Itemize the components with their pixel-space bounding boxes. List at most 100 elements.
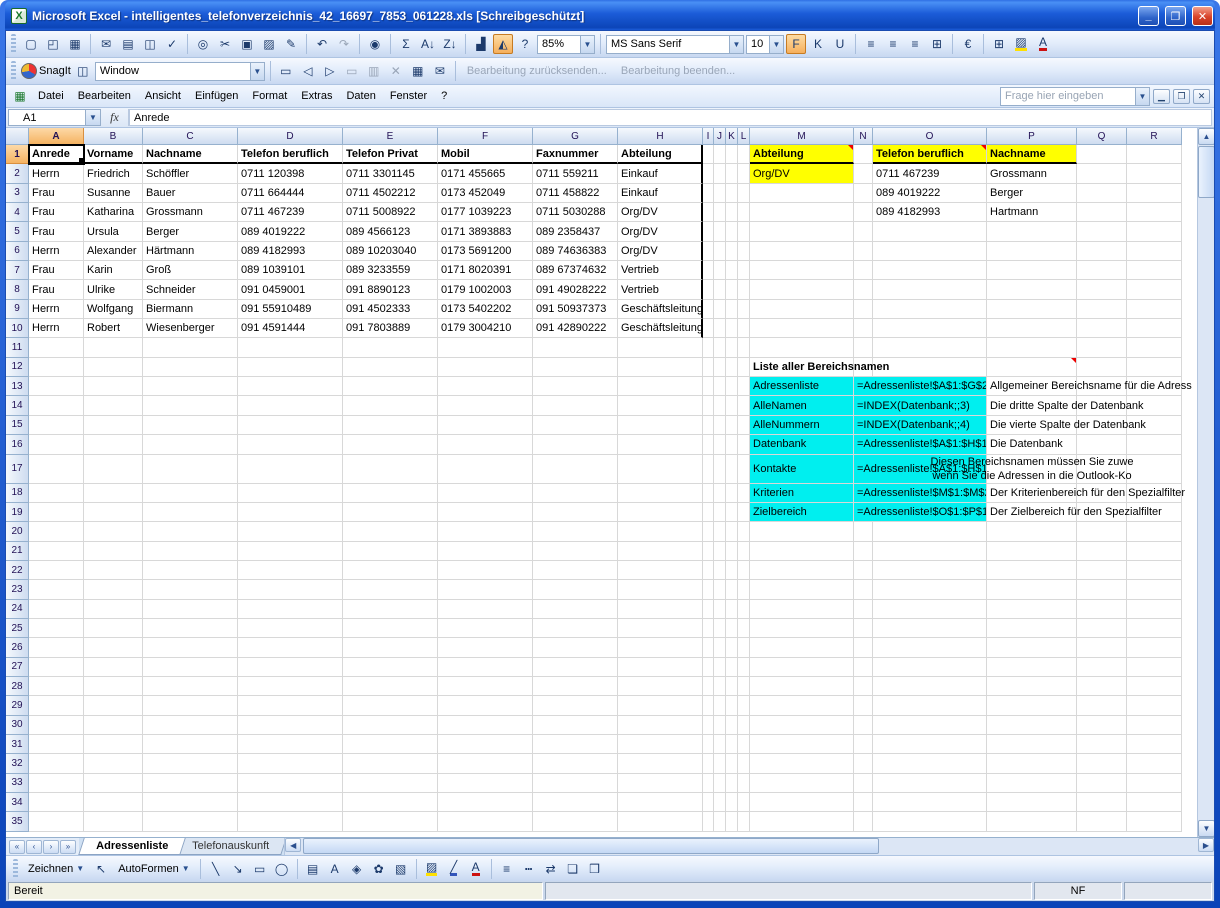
cell-P33[interactable] — [987, 774, 1077, 793]
cell-D3[interactable]: 0711 664444 — [238, 184, 343, 203]
cell-A34[interactable] — [29, 793, 84, 812]
cell-J10[interactable] — [714, 319, 726, 338]
row-header-23[interactable]: 23 — [6, 580, 29, 599]
cell-P22[interactable] — [987, 561, 1077, 580]
row-header-12[interactable]: 12 — [6, 358, 29, 377]
cell-D22[interactable] — [238, 561, 343, 580]
cell-I15[interactable] — [703, 416, 714, 435]
cell-M7[interactable] — [750, 261, 854, 280]
cell-I9[interactable] — [703, 300, 714, 319]
col-header-E[interactable]: E — [343, 128, 438, 145]
cell-I7[interactable] — [703, 261, 714, 280]
show-all-comments-icon[interactable]: ▥ — [364, 61, 384, 81]
cell-B15[interactable] — [84, 416, 143, 435]
cell-I33[interactable] — [703, 774, 714, 793]
cell-D1[interactable]: Telefon beruflich — [238, 145, 343, 164]
cell-F28[interactable] — [438, 677, 533, 696]
minimize-button[interactable]: _ — [1138, 6, 1159, 26]
cell-J33[interactable] — [714, 774, 726, 793]
cell-B1[interactable]: Vorname — [84, 145, 143, 164]
row-header-4[interactable]: 4 — [6, 203, 29, 222]
cell-P12[interactable] — [987, 358, 1077, 377]
cell-G18[interactable] — [533, 484, 618, 503]
fill-color-icon[interactable]: ▨ — [422, 859, 442, 879]
cell-D24[interactable] — [238, 600, 343, 619]
cell-R22[interactable] — [1127, 561, 1182, 580]
cell-N33[interactable] — [854, 774, 873, 793]
fill-color-icon[interactable]: ▨ — [1011, 34, 1031, 54]
cell-C11[interactable] — [143, 338, 238, 357]
vertical-scrollbar[interactable]: ▲ ▼ — [1197, 128, 1214, 837]
cell-B31[interactable] — [84, 735, 143, 754]
cell-L34[interactable] — [738, 793, 750, 812]
cell-C7[interactable]: Groß — [143, 261, 238, 280]
cell-B24[interactable] — [84, 600, 143, 619]
row-header-32[interactable]: 32 — [6, 754, 29, 773]
cell-I18[interactable] — [703, 484, 714, 503]
cell-G3[interactable]: 0711 458822 — [533, 184, 618, 203]
cell-B6[interactable]: Alexander — [84, 242, 143, 261]
cell-L15[interactable] — [738, 416, 750, 435]
cell-A28[interactable] — [29, 677, 84, 696]
dash-style-icon[interactable]: ┅ — [519, 859, 539, 879]
cell-P11[interactable] — [987, 338, 1077, 357]
menu-bearbeiten[interactable]: Bearbeiten — [71, 87, 138, 105]
cell-N23[interactable] — [854, 580, 873, 599]
cell-O25[interactable] — [873, 619, 987, 638]
cell-G26[interactable] — [533, 638, 618, 657]
zoom-combo[interactable]: 85%▼ — [537, 35, 595, 54]
cell-H31[interactable] — [618, 735, 703, 754]
cell-L23[interactable] — [738, 580, 750, 599]
cell-G17[interactable] — [533, 455, 618, 484]
cell-P32[interactable] — [987, 754, 1077, 773]
paste-icon[interactable]: ▨ — [259, 34, 279, 54]
cell-N24[interactable] — [854, 600, 873, 619]
cell-N21[interactable] — [854, 542, 873, 561]
cell-E23[interactable] — [343, 580, 438, 599]
cell-P4[interactable]: Hartmann — [987, 203, 1077, 222]
cell-E15[interactable] — [343, 416, 438, 435]
cell-I27[interactable] — [703, 658, 714, 677]
cell-Q35[interactable] — [1077, 812, 1127, 831]
cell-E12[interactable] — [343, 358, 438, 377]
cell-A10[interactable]: Herrn — [29, 319, 84, 338]
cell-G21[interactable] — [533, 542, 618, 561]
cell-E33[interactable] — [343, 774, 438, 793]
cell-R6[interactable] — [1127, 242, 1182, 261]
row-header-31[interactable]: 31 — [6, 735, 29, 754]
cell-C13[interactable] — [143, 377, 238, 396]
cell-K35[interactable] — [726, 812, 738, 831]
cell-Q11[interactable] — [1077, 338, 1127, 357]
cell-O12[interactable] — [873, 358, 987, 377]
undo-icon[interactable]: ↶ — [312, 34, 332, 54]
cell-Q23[interactable] — [1077, 580, 1127, 599]
cell-B18[interactable] — [84, 484, 143, 503]
cell-K26[interactable] — [726, 638, 738, 657]
col-header-G[interactable]: G — [533, 128, 618, 145]
cell-D2[interactable]: 0711 120398 — [238, 164, 343, 183]
cell-R8[interactable] — [1127, 280, 1182, 299]
menu-[interactable]: ? — [434, 87, 454, 105]
cell-H22[interactable] — [618, 561, 703, 580]
cell-J27[interactable] — [714, 658, 726, 677]
cell-G9[interactable]: 091 50937373 — [533, 300, 618, 319]
italic-icon[interactable]: K — [808, 34, 828, 54]
cell-R26[interactable] — [1127, 638, 1182, 657]
cell-K33[interactable] — [726, 774, 738, 793]
cell-E22[interactable] — [343, 561, 438, 580]
cell-J11[interactable] — [714, 338, 726, 357]
cell-B23[interactable] — [84, 580, 143, 599]
cell-L21[interactable] — [738, 542, 750, 561]
cell-L6[interactable] — [738, 242, 750, 261]
cell-E3[interactable]: 0711 4502212 — [343, 184, 438, 203]
cell-F34[interactable] — [438, 793, 533, 812]
autosum-icon[interactable]: Σ — [396, 34, 416, 54]
cell-B26[interactable] — [84, 638, 143, 657]
cut-icon[interactable]: ✂ — [215, 34, 235, 54]
cell-J32[interactable] — [714, 754, 726, 773]
cell-M4[interactable] — [750, 203, 854, 222]
cell-O20[interactable] — [873, 522, 987, 541]
row-header-25[interactable]: 25 — [6, 619, 29, 638]
cell-M17[interactable]: Kontakte — [750, 455, 854, 484]
cell-D10[interactable]: 091 4591444 — [238, 319, 343, 338]
